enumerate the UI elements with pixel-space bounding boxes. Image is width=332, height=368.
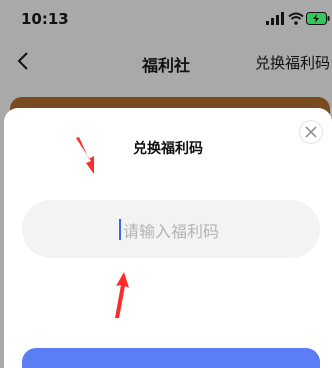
signal-icon xyxy=(266,12,284,25)
close-button[interactable] xyxy=(299,120,323,144)
wifi-icon xyxy=(288,12,304,25)
close-icon xyxy=(305,126,317,138)
annotation-arrow-down-icon xyxy=(76,137,94,174)
status-bar: 10:13 xyxy=(0,0,332,40)
input-placeholder: 请输入福利码 xyxy=(123,222,220,241)
redeem-dialog: 兑换福利码 请输入福利码 xyxy=(4,108,332,368)
text-caret xyxy=(119,219,121,240)
status-time: 10:13 xyxy=(21,10,69,28)
nav-bar: 福利社 兑换福利码 xyxy=(0,40,332,84)
annotation-arrow-up-icon xyxy=(115,272,129,318)
confirm-button[interactable] xyxy=(22,348,320,368)
redeem-code-link[interactable]: 兑换福利码 xyxy=(255,52,330,73)
dialog-title: 兑换福利码 xyxy=(133,141,203,157)
battery-icon xyxy=(306,12,330,25)
redeem-code-input[interactable]: 请输入福利码 xyxy=(22,200,320,258)
